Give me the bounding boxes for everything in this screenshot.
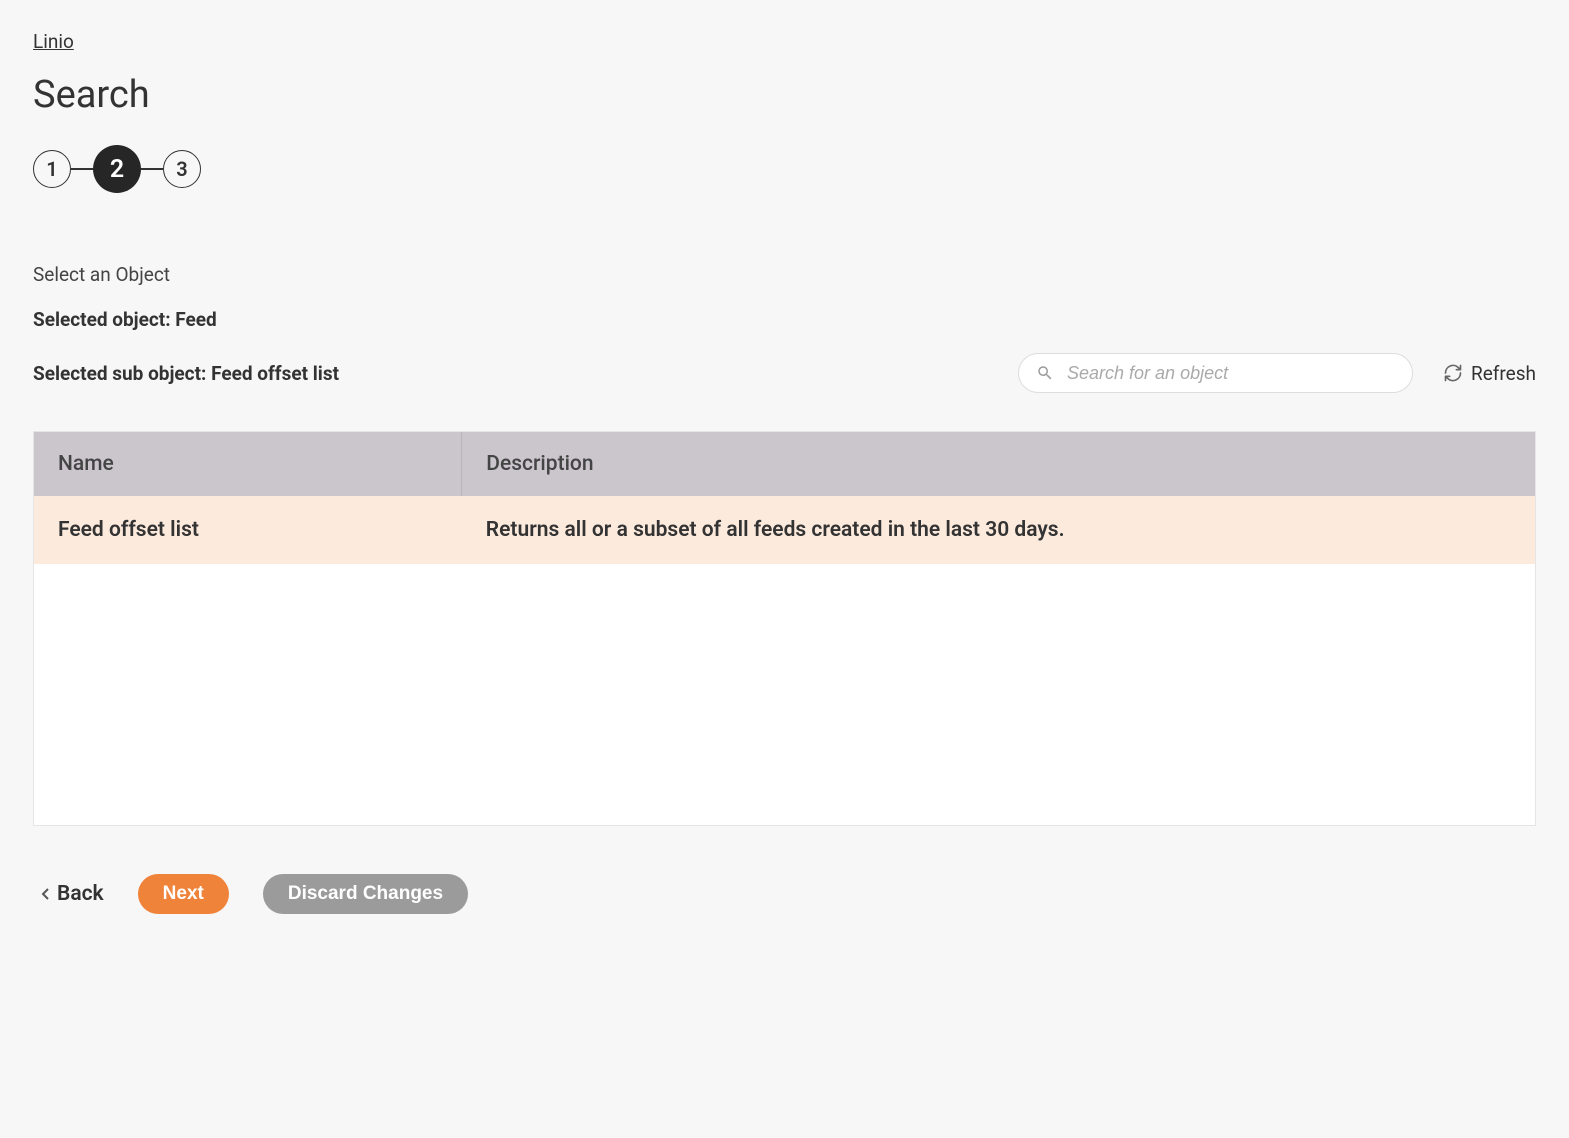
table-row[interactable]: Feed offset list Returns all or a subset…: [34, 496, 1535, 564]
table-cell-name: Feed offset list: [34, 496, 462, 564]
refresh-label: Refresh: [1471, 362, 1536, 385]
search-input[interactable]: [1018, 353, 1413, 393]
next-button[interactable]: Next: [138, 874, 229, 914]
step-1[interactable]: 1: [33, 150, 71, 188]
step-connector: [141, 168, 163, 170]
page-title: Search: [33, 73, 1536, 117]
discard-button[interactable]: Discard Changes: [263, 874, 468, 914]
search-icon: [1036, 364, 1054, 382]
table-header-description[interactable]: Description: [462, 432, 1535, 496]
refresh-button[interactable]: Refresh: [1443, 362, 1536, 385]
back-label: Back: [57, 882, 104, 906]
refresh-icon: [1443, 363, 1463, 383]
chevron-left-icon: [41, 887, 51, 901]
step-2[interactable]: 2: [93, 145, 141, 193]
table-header-name[interactable]: Name: [34, 432, 462, 496]
breadcrumb-link[interactable]: Linio: [33, 30, 74, 53]
table-container: Name Description Feed offset list Return…: [33, 431, 1536, 826]
step-3[interactable]: 3: [163, 150, 201, 188]
selected-sub-object: Selected sub object: Feed offset list: [33, 362, 1018, 385]
selected-object: Selected object: Feed: [33, 308, 1536, 331]
breadcrumb: Linio: [33, 30, 1536, 53]
section-label: Select an Object: [33, 263, 1536, 286]
table-cell-description: Returns all or a subset of all feeds cre…: [462, 496, 1535, 564]
footer: Back Next Discard Changes: [33, 874, 1536, 914]
step-connector: [71, 168, 93, 170]
search-field-wrap: [1018, 353, 1413, 393]
objects-table: Name Description Feed offset list Return…: [34, 432, 1535, 564]
back-button[interactable]: Back: [41, 882, 104, 906]
stepper: 1 2 3: [33, 145, 1536, 193]
